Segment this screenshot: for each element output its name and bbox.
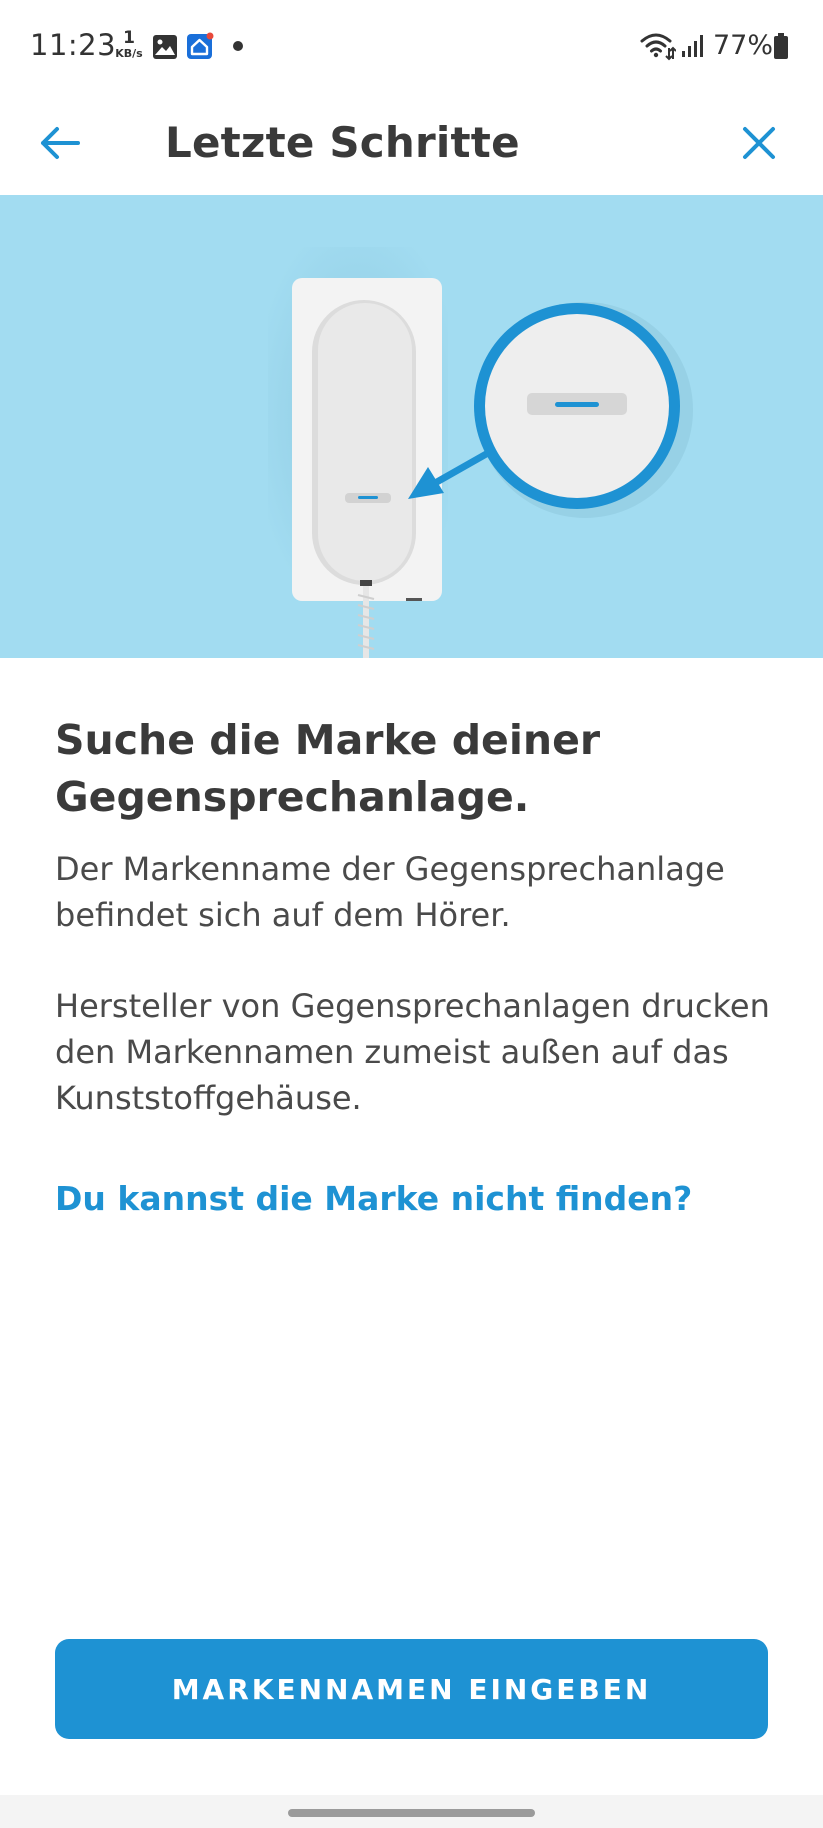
brand-not-found-link[interactable]: Du kannst die Marke nicht finden? [55, 1176, 692, 1222]
signal-icon [682, 35, 703, 57]
battery-icon [774, 33, 788, 59]
instruction-paragraph-2: Hersteller von Gegensprechanlagen drucke… [55, 987, 770, 1117]
system-navigation-bar [0, 1795, 823, 1828]
network-speed: 1 KB/s [113, 28, 145, 60]
gallery-icon [153, 35, 177, 59]
intercom-illustration [0, 195, 823, 658]
enter-brand-name-button[interactable]: MARKENNAMEN EINGEBEN [55, 1639, 768, 1739]
instruction-heading: Suche die Marke deiner Gegensprechanlage… [55, 716, 601, 821]
home-app-icon [187, 32, 214, 59]
network-speed-value: 1 [123, 28, 135, 48]
back-button[interactable] [28, 111, 92, 175]
notification-dot-icon [233, 41, 243, 51]
arrow-left-icon [41, 127, 80, 159]
close-icon [743, 127, 775, 159]
battery-percentage: 77% [713, 30, 774, 61]
wifi-icon [640, 33, 676, 61]
instruction-paragraph-1: Der Markenname der Gegensprechanlage bef… [55, 850, 725, 934]
app-header: Letzte Schritte [0, 95, 823, 195]
page-title: Letzte Schritte [165, 118, 520, 167]
home-indicator[interactable] [288, 1809, 535, 1817]
intercom-handset-image [268, 247, 693, 658]
close-button[interactable] [727, 111, 791, 175]
status-time: 11:23 [30, 28, 117, 62]
status-bar: 11:23 1 KB/s 77% [0, 0, 823, 95]
network-speed-unit: KB/s [115, 47, 143, 60]
